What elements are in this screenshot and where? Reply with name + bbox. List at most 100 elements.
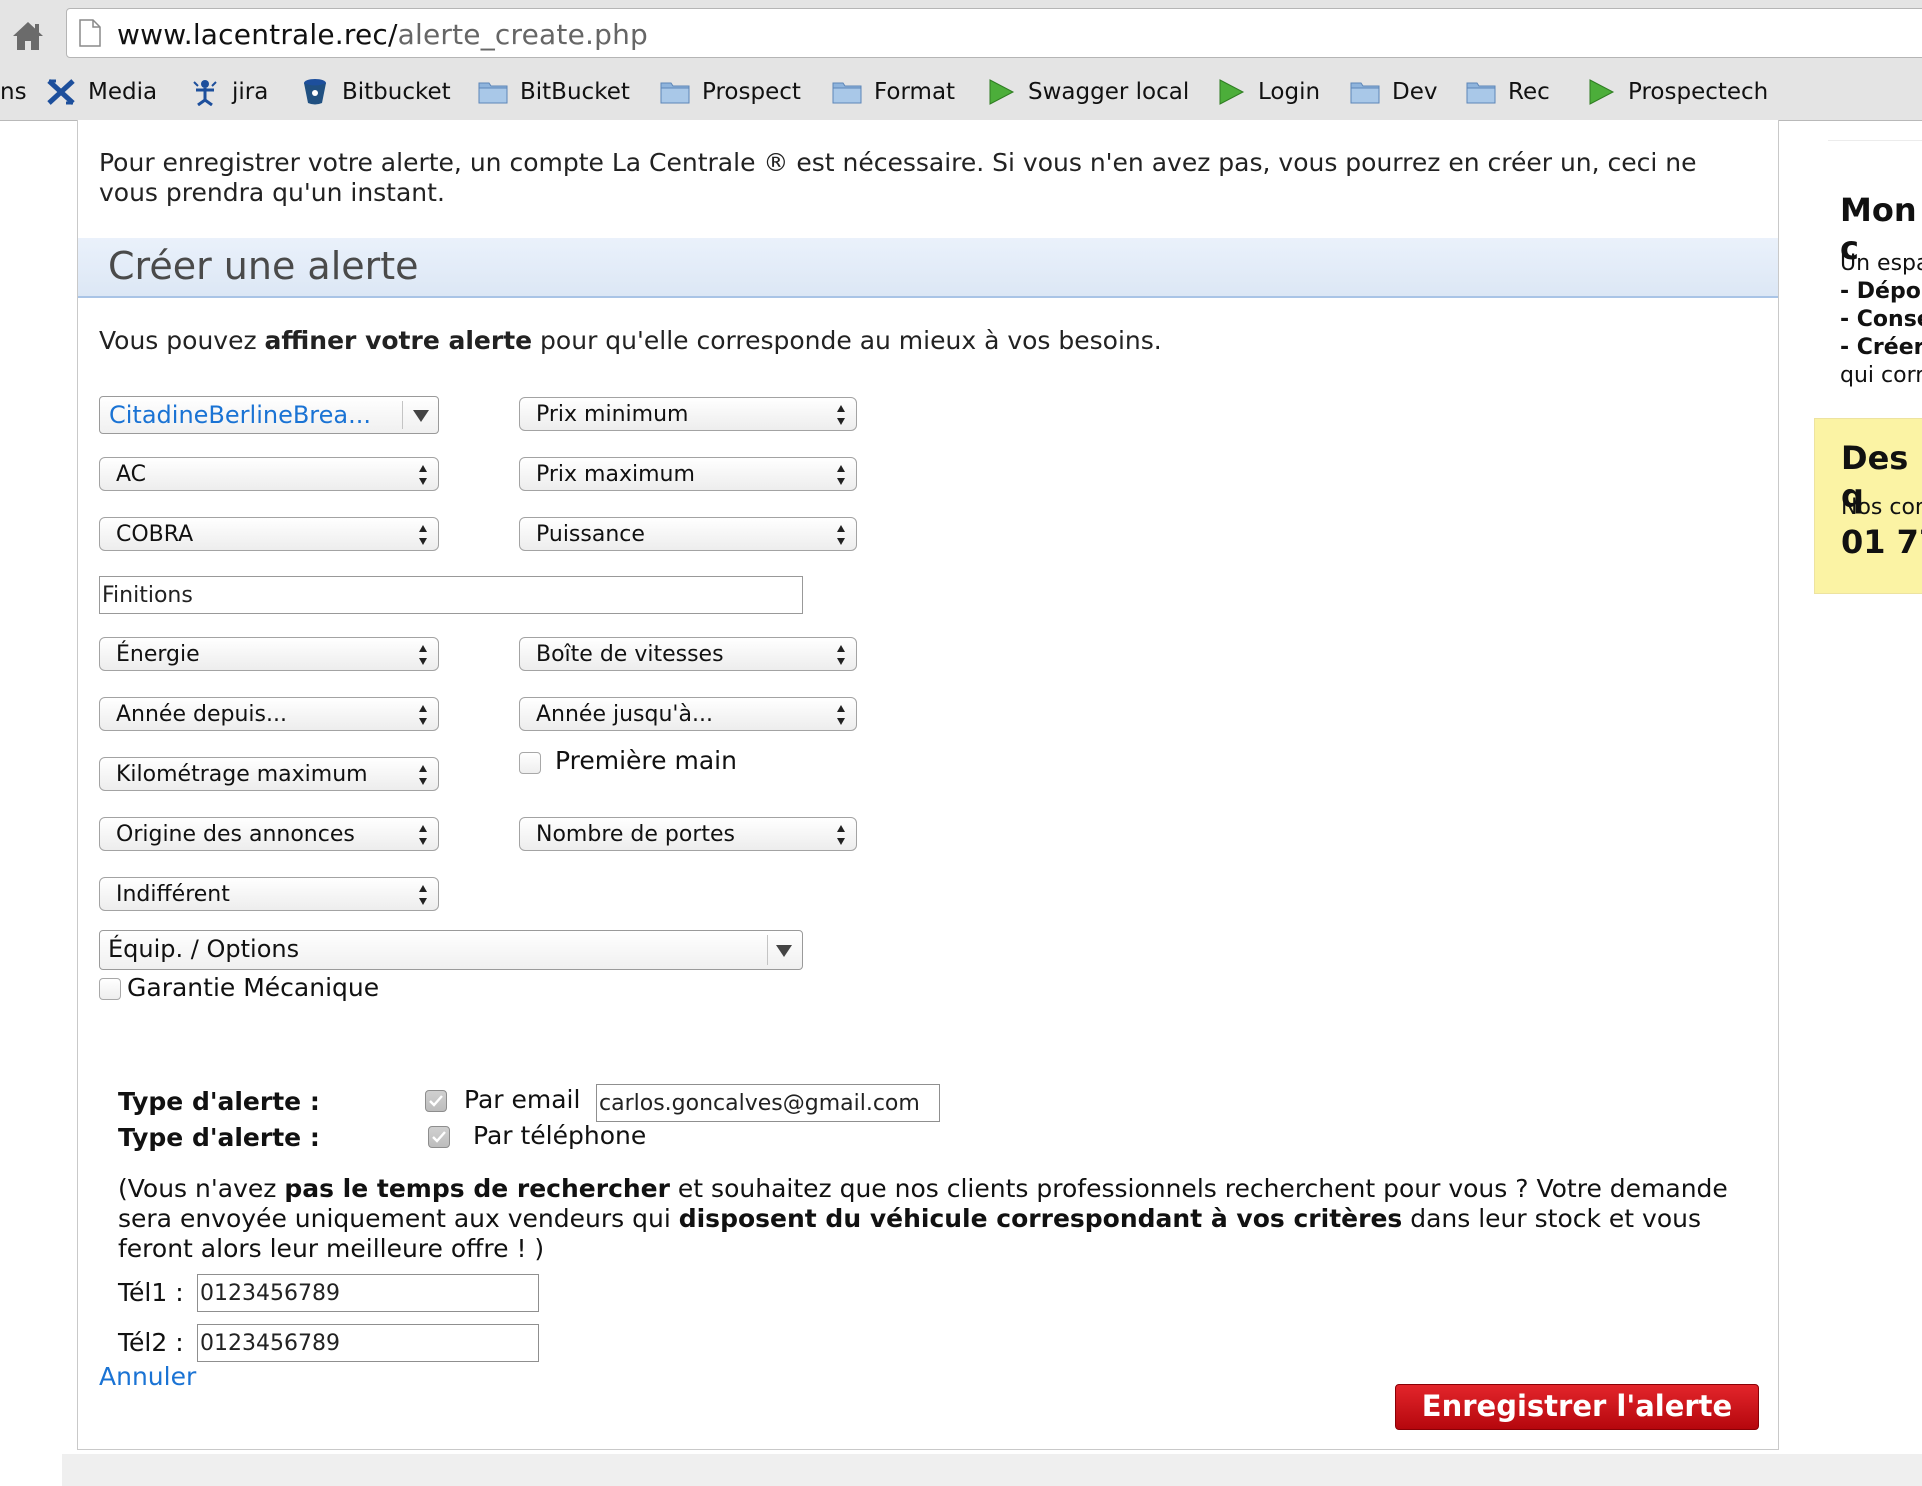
bookmark-label: Dev — [1392, 79, 1438, 105]
select-arrows-icon — [419, 765, 427, 785]
doors-select[interactable]: Nombre de portes — [519, 817, 857, 851]
address-bar[interactable]: www.lacentrale.rec/alerte_create.php — [66, 8, 1922, 58]
year-to-select[interactable]: Année jusqu'à... — [519, 697, 857, 731]
refine-before: Vous pouvez — [99, 326, 265, 355]
first-hand-label: Première main — [555, 746, 737, 775]
select-arrows-icon — [419, 885, 427, 905]
mechanical-warranty-checkbox[interactable] — [99, 978, 121, 1000]
confluence-icon — [47, 79, 75, 105]
bookmark-label: BitBucket — [520, 79, 630, 105]
phone-alert-checkbox[interactable] — [428, 1126, 450, 1148]
bookmark-dev[interactable]: Dev — [1350, 70, 1437, 114]
pro-text-part: (Vous n'avez — [118, 1174, 285, 1203]
page-icon — [79, 19, 101, 47]
dropdown-separator — [767, 935, 768, 965]
select-label: AC — [116, 462, 147, 487]
bookmark-label: Prospect — [702, 79, 801, 105]
bookmark-prospectech[interactable]: Prospectech — [1586, 70, 1768, 114]
gearbox-select[interactable]: Boîte de vitesses — [519, 637, 857, 671]
cancel-link[interactable]: Annuler — [99, 1362, 196, 1391]
year-from-select[interactable]: Année depuis... — [99, 697, 439, 731]
mechanical-warranty-label: Garantie Mécanique — [127, 973, 380, 1002]
help-phone: 01 77 — [1841, 523, 1922, 561]
category-select[interactable]: CitadineBerlineBrea... — [99, 396, 439, 434]
origin-select[interactable]: Origine des annonces — [99, 817, 439, 851]
tel1-field[interactable]: 0123456789 — [197, 1274, 539, 1312]
bookmark-label: jira — [232, 79, 269, 105]
select-label: Kilométrage maximum — [116, 762, 368, 787]
folder-icon — [660, 82, 690, 104]
make-select[interactable]: AC — [99, 457, 439, 491]
email-field[interactable]: carlos.goncalves@gmail.com — [596, 1084, 940, 1122]
min-price-select[interactable]: Prix minimum — [519, 397, 857, 431]
phone-alert-label: Par téléphone — [473, 1121, 647, 1150]
select-arrows-icon — [837, 525, 845, 545]
max-price-select[interactable]: Prix maximum — [519, 457, 857, 491]
finitions-input[interactable]: Finitions — [99, 576, 803, 614]
select-arrows-icon — [837, 705, 845, 725]
bookmark-ns[interactable]: ns — [0, 70, 27, 114]
bookmark-login[interactable]: Login — [1216, 70, 1320, 114]
green-arrow-icon — [1589, 79, 1615, 105]
tel2-value: 0123456789 — [200, 1331, 340, 1356]
power-select[interactable]: Puissance — [519, 517, 857, 551]
bookmark-label: Media — [88, 79, 158, 105]
refine-after: pour qu'elle corresponde au mieux à vos … — [532, 326, 1162, 355]
save-alert-button[interactable]: Enregistrer l'alerte — [1395, 1384, 1759, 1430]
page-footer-strip — [62, 1454, 1922, 1486]
refine-bold: affiner votre alerte — [264, 326, 533, 355]
bookmark-label: Bitbucket — [342, 79, 451, 105]
url-path: alerte_create.php — [397, 18, 649, 51]
bookmark-bitbucket-folder[interactable]: BitBucket — [478, 70, 630, 114]
folder-icon — [1466, 82, 1496, 104]
section-header: Créer une alerte — [78, 238, 1778, 298]
first-hand-checkbox[interactable] — [519, 752, 541, 774]
bookmark-format[interactable]: Format — [832, 70, 955, 114]
equipment-options-select[interactable]: Équip. / Options — [99, 930, 803, 970]
select-label: Année depuis... — [116, 702, 287, 727]
home-icon[interactable] — [10, 18, 46, 54]
bookmark-media[interactable]: Media — [46, 70, 157, 114]
account-line: - Dépos — [1840, 279, 1922, 304]
jira-icon — [193, 80, 217, 106]
select-label: Énergie — [116, 642, 200, 667]
tel2-label: Tél2 : — [118, 1328, 184, 1357]
bookmark-jira[interactable]: jira — [190, 70, 268, 114]
select-label: COBRA — [116, 522, 194, 547]
account-line: Un espa — [1840, 251, 1922, 276]
alert-type-label: Type d'alerte : — [118, 1087, 320, 1116]
professional-search-text: (Vous n'avez pas le temps de rechercher … — [118, 1174, 1778, 1264]
select-arrows-icon — [419, 465, 427, 485]
bookmark-prospect[interactable]: Prospect — [660, 70, 801, 114]
select-label: Indifférent — [116, 882, 230, 907]
equipment-options-value: Équip. / Options — [108, 935, 300, 963]
refine-text: Vous pouvez affiner votre alerte pour qu… — [99, 326, 1162, 355]
select-label: Prix maximum — [536, 462, 695, 487]
bookmark-label: Rec — [1508, 79, 1550, 105]
tel2-field[interactable]: 0123456789 — [197, 1324, 539, 1362]
page-title: Créer une alerte — [108, 244, 419, 288]
bookmark-rec[interactable]: Rec — [1466, 70, 1550, 114]
alert-form-panel: Pour enregistrer votre alerte, un compte… — [77, 120, 1779, 1450]
select-arrows-icon — [419, 645, 427, 665]
url-host: www.lacentrale.rec/ — [117, 18, 398, 51]
intro-text: Pour enregistrer votre alerte, un compte… — [99, 148, 1697, 207]
url-text[interactable]: www.lacentrale.rec/alerte_create.php — [117, 18, 648, 51]
chevron-down-icon — [413, 410, 429, 422]
bookmark-swagger-local[interactable]: Swagger local — [986, 70, 1189, 114]
select-arrows-icon — [419, 825, 427, 845]
select-arrows-icon — [837, 465, 845, 485]
bitbucket-icon — [304, 79, 326, 105]
energy-select[interactable]: Énergie — [99, 637, 439, 671]
indifferent-select[interactable]: Indifférent — [99, 877, 439, 911]
finitions-placeholder: Finitions — [102, 583, 193, 608]
select-arrows-icon — [837, 825, 845, 845]
folder-icon — [1350, 82, 1380, 104]
mileage-select[interactable]: Kilométrage maximum — [99, 757, 439, 791]
email-alert-checkbox[interactable] — [425, 1090, 447, 1112]
bookmark-bitbucket[interactable]: Bitbucket — [300, 70, 451, 114]
help-text: Nos con — [1841, 495, 1922, 520]
category-value: CitadineBerlineBrea... — [109, 401, 371, 429]
chevron-down-icon — [776, 945, 792, 957]
model-select[interactable]: COBRA — [99, 517, 439, 551]
